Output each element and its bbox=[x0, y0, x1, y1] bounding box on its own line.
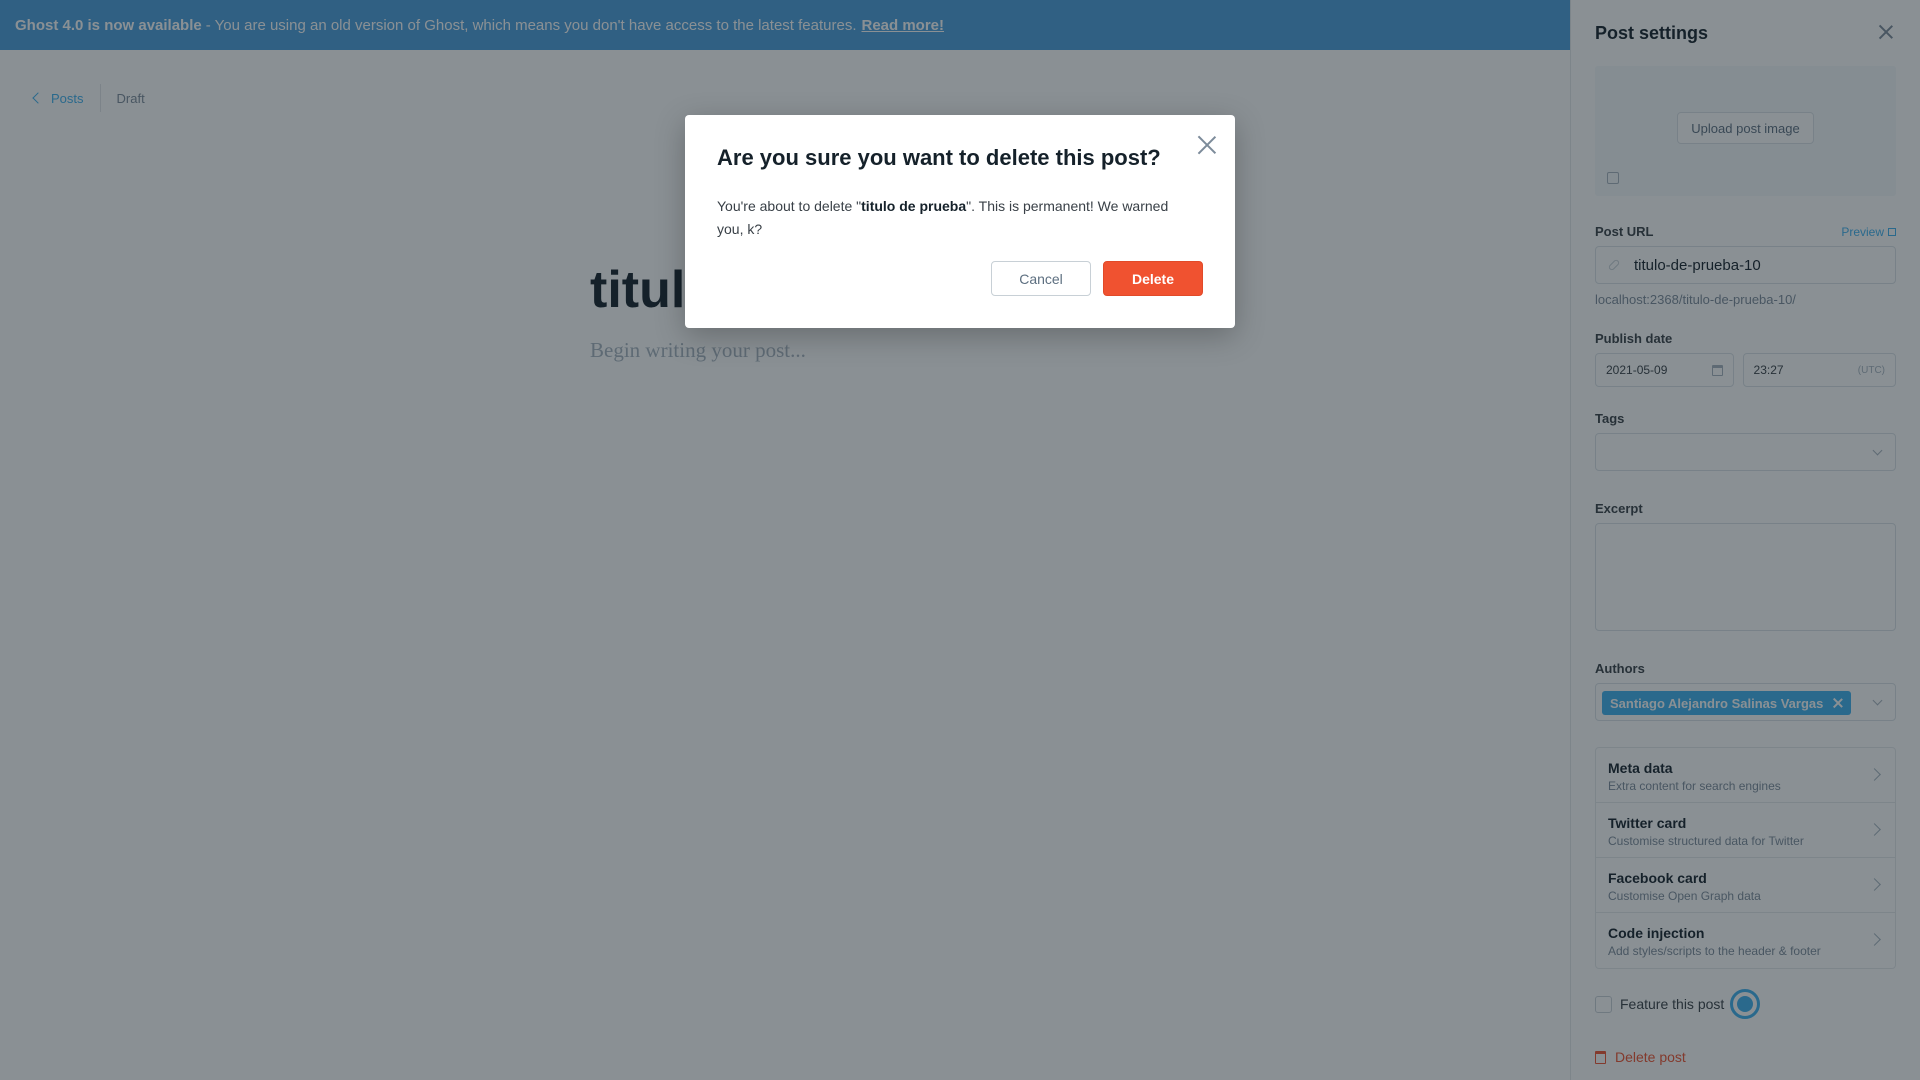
modal-text-before: You're about to delete " bbox=[717, 198, 862, 214]
modal-message: You're about to delete "titulo de prueba… bbox=[717, 195, 1197, 241]
modal-title: Are you sure you want to delete this pos… bbox=[717, 145, 1161, 170]
cancel-button[interactable]: Cancel bbox=[991, 261, 1091, 296]
modal-post-name: titulo de prueba bbox=[861, 198, 967, 214]
modal-actions: Cancel Delete bbox=[991, 261, 1203, 296]
delete-confirm-modal: Are you sure you want to delete this pos… bbox=[685, 115, 1235, 328]
delete-button[interactable]: Delete bbox=[1103, 261, 1203, 296]
close-icon[interactable] bbox=[1197, 135, 1217, 155]
